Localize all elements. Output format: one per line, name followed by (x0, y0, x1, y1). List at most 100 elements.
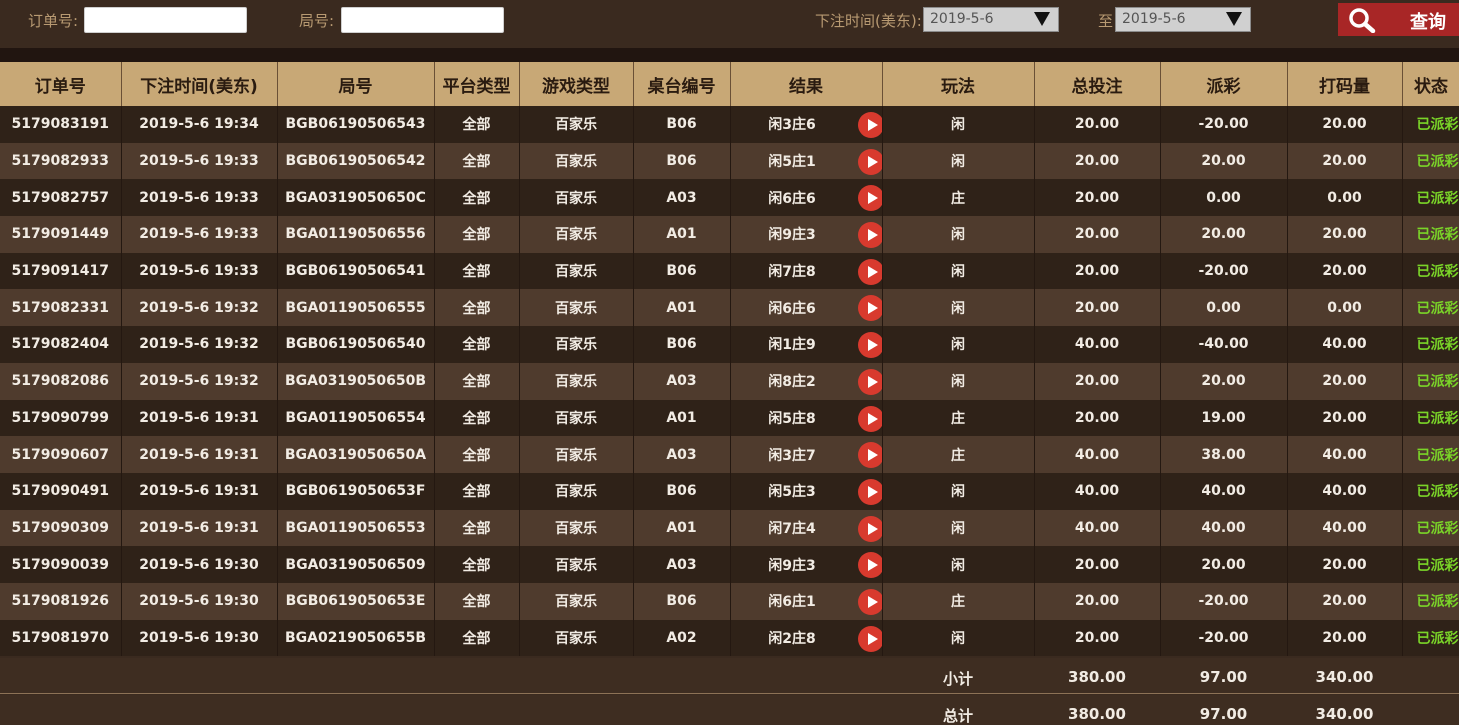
play-replay-icon[interactable] (857, 625, 881, 652)
bet-time-cell: 2019-5-6 19:34 (121, 106, 278, 143)
payout-cell: -20.00 (1160, 582, 1288, 620)
column-header: 局号 (277, 62, 435, 106)
game-type-cell: 百家乐 (519, 142, 634, 180)
subtotal-bet: 380.00 (1068, 668, 1126, 686)
date-range-separator: 至 (1098, 12, 1114, 30)
round-number-input[interactable] (341, 7, 504, 33)
round-number-cell: BGB06190506541 (277, 252, 435, 290)
total-bet-cell: 40.00 (1034, 509, 1161, 547)
round-number-cell: BGA0219050655B (277, 619, 435, 657)
result-text: 闲8庄2 (768, 374, 816, 391)
order-number-input[interactable] (84, 7, 247, 33)
query-button[interactable]: 查询 (1338, 3, 1459, 36)
game-type-cell: 百家乐 (519, 399, 634, 437)
play-replay-icon[interactable] (857, 185, 881, 212)
table-number-cell: B06 (633, 472, 731, 510)
game-type-cell: 百家乐 (519, 289, 634, 327)
column-header: 总投注 (1034, 62, 1161, 106)
column-header: 打码量 (1287, 62, 1403, 106)
round-number-cell: BGB0619050653E (277, 582, 435, 620)
total-bet-cell: 20.00 (1034, 216, 1161, 253)
table-row: 5179082331 2019-5-6 19:32 BGA01190506555 全部… (0, 289, 1459, 327)
result-text: 闲5庄8 (768, 410, 816, 427)
subtotal-label: 小计 (942, 670, 973, 688)
status-cell: 已派彩 (1402, 362, 1459, 400)
order-number-cell: 5179090039 (0, 546, 122, 583)
order-number-cell: 5179090799 (0, 399, 122, 437)
platform-cell: 全部 (434, 582, 520, 620)
table-header-row: 订单号 下注时间(美东) 局号 平台类型 游戏类型 桌台编号 结果 玩法 总投注… (0, 62, 1459, 106)
status-cell: 已派彩 (1402, 216, 1459, 253)
result-text: 闲2庄8 (768, 630, 816, 647)
turnover-cell: 0.00 (1287, 289, 1403, 327)
total-bet-cell: 20.00 (1034, 619, 1161, 657)
play-replay-icon[interactable] (857, 148, 881, 175)
play-replay-icon[interactable] (857, 478, 881, 505)
turnover-cell: 40.00 (1287, 509, 1403, 547)
play-type-cell: 闲 (882, 472, 1035, 510)
play-replay-icon[interactable] (857, 442, 881, 469)
status-cell: 已派彩 (1402, 619, 1459, 657)
order-number-cell: 5179081970 (0, 619, 122, 657)
result-text: 闲3庄6 (768, 117, 816, 134)
start-date-select[interactable]: 2019-5-6 (923, 7, 1059, 32)
round-number-cell: BGB06190506542 (277, 142, 435, 180)
play-replay-icon[interactable] (857, 515, 881, 542)
total-turnover: 340.00 (1315, 705, 1374, 723)
search-icon (1349, 8, 1376, 33)
play-replay-icon[interactable] (857, 258, 881, 285)
total-payout: 97.00 (1199, 705, 1248, 723)
bet-time-cell: 2019-5-6 19:31 (121, 436, 278, 473)
column-header: 游戏类型 (519, 62, 634, 106)
bet-time-cell: 2019-5-6 19:30 (121, 582, 278, 620)
play-replay-icon[interactable] (857, 222, 881, 249)
payout-cell: 20.00 (1160, 142, 1288, 180)
payout-cell: 0.00 (1160, 179, 1288, 217)
bet-time-cell: 2019-5-6 19:30 (121, 546, 278, 583)
result-cell: 闲1庄9 (730, 326, 883, 363)
play-replay-icon[interactable] (857, 552, 881, 579)
turnover-cell: 20.00 (1287, 399, 1403, 437)
query-button-label: 查询 (1410, 12, 1446, 33)
play-type-cell: 庄 (882, 399, 1035, 437)
play-type-cell: 庄 (882, 582, 1035, 620)
status-cell: 已派彩 (1402, 326, 1459, 363)
play-replay-icon[interactable] (857, 295, 881, 322)
status-cell: 已派彩 (1402, 509, 1459, 547)
bet-time-cell: 2019-5-6 19:31 (121, 509, 278, 547)
end-date-select[interactable]: 2019-5-6 (1115, 7, 1251, 32)
turnover-cell: 40.00 (1287, 472, 1403, 510)
result-cell: 闲8庄2 (730, 362, 883, 400)
play-replay-icon[interactable] (857, 112, 881, 138)
game-type-cell: 百家乐 (519, 619, 634, 657)
payout-cell: 38.00 (1160, 436, 1288, 473)
bet-time-cell: 2019-5-6 19:30 (121, 619, 278, 657)
platform-cell: 全部 (434, 399, 520, 437)
status-cell: 已派彩 (1402, 252, 1459, 290)
payout-cell: 20.00 (1160, 546, 1288, 583)
round-number-cell: BGB0619050653F (277, 472, 435, 510)
play-replay-icon[interactable] (857, 368, 881, 395)
table-row: 5179091449 2019-5-6 19:33 BGA01190506556 全部… (0, 216, 1459, 253)
platform-cell: 全部 (434, 362, 520, 400)
game-type-cell: 百家乐 (519, 252, 634, 290)
game-type-cell: 百家乐 (519, 106, 634, 143)
table-row: 5179081970 2019-5-6 19:30 BGA0219050655B 全部… (0, 619, 1459, 657)
total-bet-cell: 20.00 (1034, 362, 1161, 400)
game-type-cell: 百家乐 (519, 326, 634, 363)
play-replay-icon[interactable] (857, 405, 881, 432)
platform-cell: 全部 (434, 546, 520, 583)
column-header: 派彩 (1160, 62, 1288, 106)
status-cell: 已派彩 (1402, 582, 1459, 620)
result-cell: 闲6庄6 (730, 289, 883, 327)
order-number-cell: 5179082933 (0, 142, 122, 180)
result-cell: 闲9庄3 (730, 216, 883, 253)
table-number-cell: A01 (633, 509, 731, 547)
play-replay-icon[interactable] (857, 332, 881, 359)
play-replay-icon[interactable] (857, 588, 881, 615)
bet-time-cell: 2019-5-6 19:31 (121, 399, 278, 437)
status-cell: 已派彩 (1402, 546, 1459, 583)
order-number-cell: 5179082404 (0, 326, 122, 363)
round-number-cell: BGA0319050650C (277, 179, 435, 217)
game-type-cell: 百家乐 (519, 216, 634, 253)
